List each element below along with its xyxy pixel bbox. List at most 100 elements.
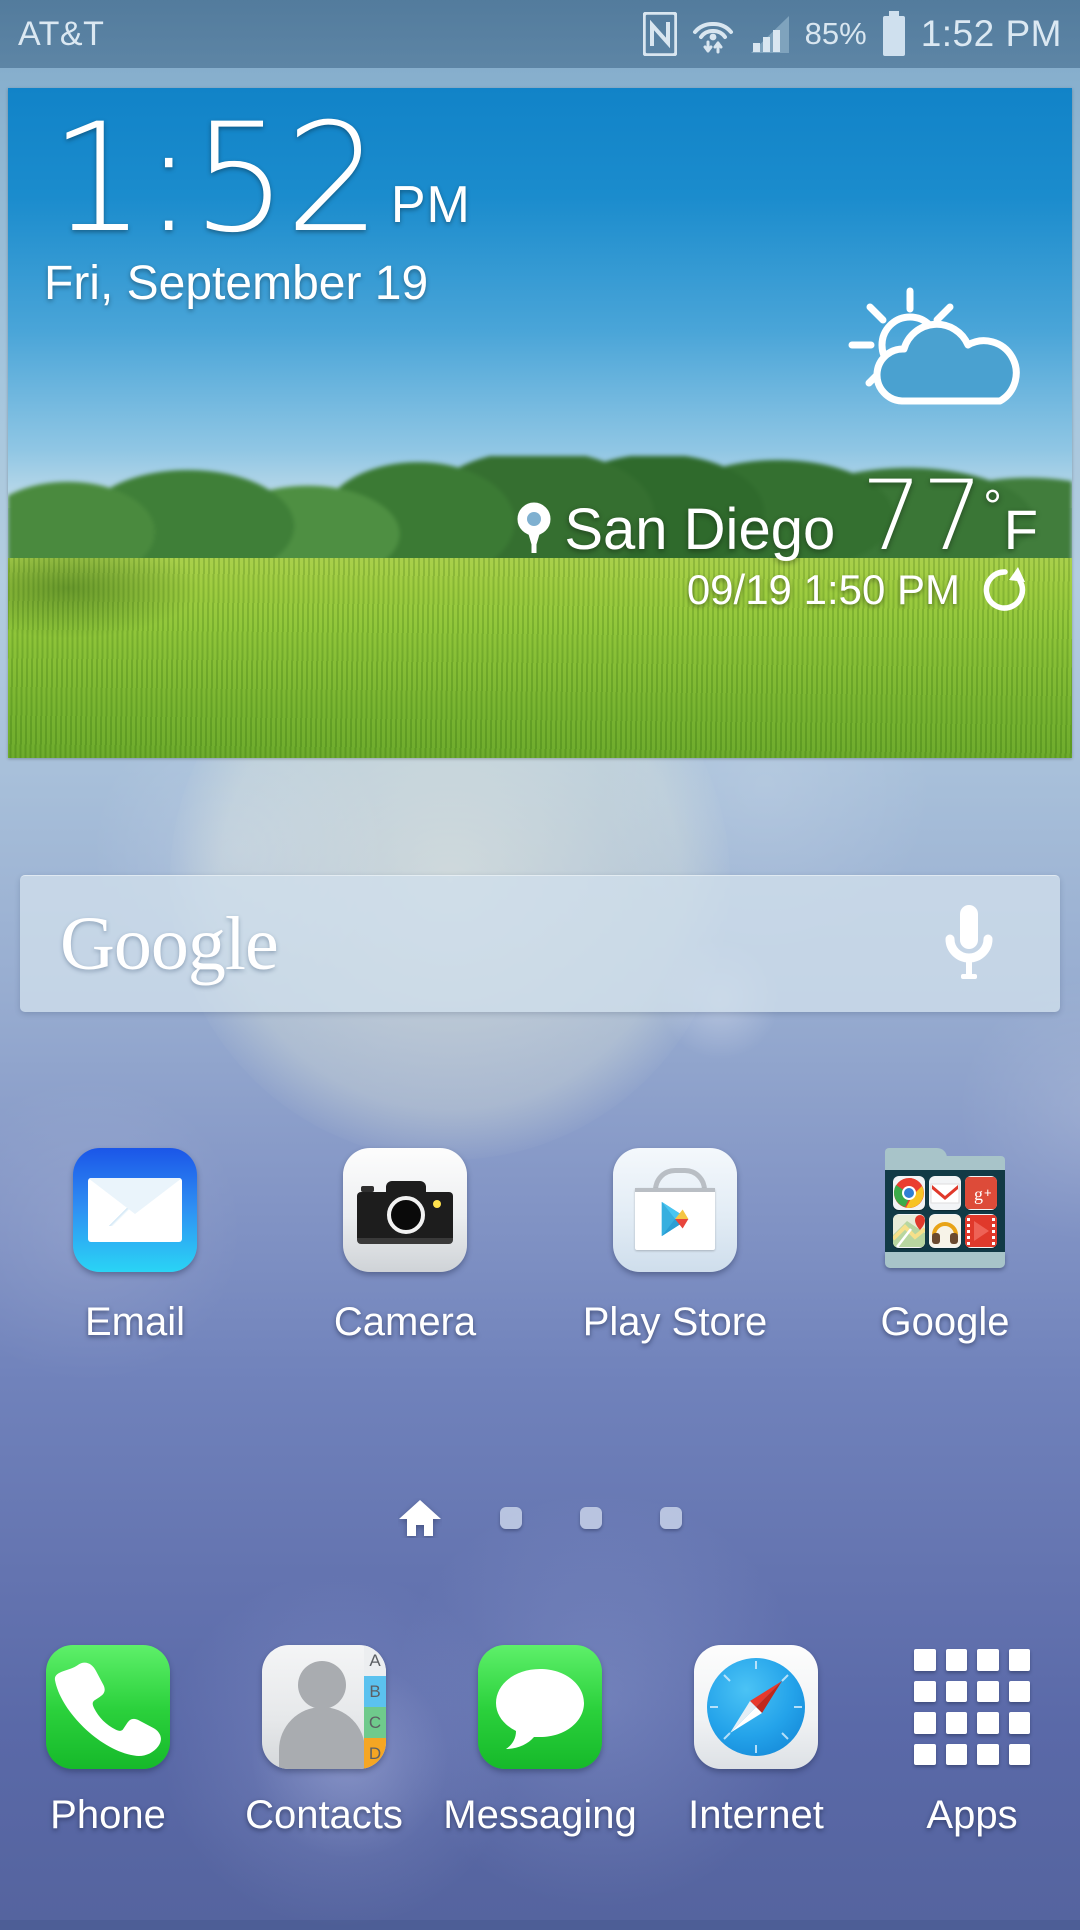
camera-lens [387, 1196, 425, 1234]
widget-degree-symbol: ° [983, 480, 1002, 532]
play-triangle-icon [661, 1201, 689, 1237]
apps-grid-cell [945, 1649, 967, 1671]
message-bubble-icon[interactable] [478, 1645, 602, 1769]
play-store-icon[interactable] [613, 1148, 737, 1272]
dock-apps[interactable]: Apps [864, 1645, 1080, 1838]
google-logo: Google [60, 901, 279, 986]
nfc-icon [642, 12, 677, 56]
mini-chrome-icon [893, 1176, 925, 1210]
apps-grid-cell [1008, 1712, 1030, 1734]
widget-ampm: PM [390, 175, 471, 234]
app-play-store[interactable]: Play Store [540, 1148, 810, 1345]
apps-grid-cell [977, 1743, 999, 1765]
camera-icon-box[interactable] [343, 1148, 467, 1272]
page-dot-2[interactable] [500, 1507, 522, 1529]
envelope-shape [88, 1178, 182, 1242]
widget-clock[interactable]: 1:52 PM [50, 92, 471, 266]
folder-app-previews: g + [893, 1176, 997, 1248]
play-store-icon-box[interactable] [613, 1148, 737, 1272]
app-label-google: Google [880, 1300, 1010, 1344]
status-bar[interactable]: AT&T 85% 1:52 PM [0, 0, 1080, 68]
apps-grid-cell [1008, 1743, 1030, 1765]
svg-text:+: + [984, 1185, 992, 1200]
carrier-label: AT&T [18, 14, 105, 53]
wifi-icon [692, 22, 733, 54]
signal-icon [750, 16, 789, 53]
location-pin-icon [517, 502, 551, 553]
envelope-flap-right [135, 1178, 182, 1214]
mini-maps-icon [893, 1214, 925, 1248]
page-dot-3[interactable] [580, 1507, 602, 1529]
apps-grid-cell [1008, 1649, 1030, 1671]
widget-updated-row[interactable]: 09/19 1:50 PM [687, 563, 1032, 617]
mini-play-music-icon [929, 1214, 961, 1248]
contact-avatar-body [279, 1707, 365, 1769]
dock-contacts[interactable]: A B C D Contacts [216, 1645, 432, 1838]
dock-label-phone: Phone [50, 1793, 166, 1837]
app-camera[interactable]: Camera [270, 1148, 540, 1345]
dock: Phone A B C D Contacts Messaging Interne… [0, 1645, 1080, 1838]
contacts-icon[interactable]: A B C D [262, 1645, 386, 1769]
dock-label-apps: Apps [926, 1793, 1018, 1837]
dock-messaging[interactable]: Messaging [432, 1645, 648, 1838]
refresh-icon[interactable] [978, 563, 1032, 617]
compass-icon[interactable] [694, 1645, 818, 1769]
contacts-tab-b: B [364, 1676, 386, 1707]
microphone-icon[interactable] [938, 901, 1000, 987]
widget-time: 1:52 [50, 92, 381, 266]
contacts-tab-d: D [364, 1738, 386, 1769]
apps-grid-cell [945, 1680, 967, 1702]
mini-play-movies-icon [965, 1214, 997, 1248]
widget-grass-shadow [8, 558, 308, 668]
mini-gmail-icon [929, 1176, 961, 1210]
widget-temperature: 77 [861, 460, 984, 572]
weather-clock-widget[interactable]: 1:52 PM Fri, September 19 San Diego 77 °… [8, 88, 1072, 758]
partly-cloudy-icon [848, 287, 1020, 405]
apps-grid-cell [914, 1712, 936, 1734]
page-indicator [0, 1498, 1080, 1538]
home-icon[interactable] [398, 1498, 442, 1538]
dock-phone[interactable]: Phone [0, 1645, 216, 1838]
apps-grid-cell [977, 1680, 999, 1702]
google-folder-icon[interactable]: g + [883, 1148, 1007, 1272]
app-label-email: Email [84, 1300, 186, 1344]
dock-internet[interactable]: Internet [648, 1645, 864, 1838]
email-icon-box[interactable] [73, 1148, 197, 1272]
app-label-play-store: Play Store [582, 1300, 768, 1344]
apps-grid-cell [914, 1649, 936, 1671]
mini-google-plus-icon: g + [965, 1176, 997, 1210]
apps-grid-cell [914, 1680, 936, 1702]
apps-grid-cell [945, 1712, 967, 1734]
battery-icon [882, 11, 905, 56]
camera-base [357, 1238, 453, 1244]
email-icon[interactable] [73, 1148, 197, 1272]
phone-icon[interactable] [46, 1645, 170, 1769]
widget-date: Fri, September 19 [44, 257, 429, 310]
widget-location-temp: San Diego 77 ° F [398, 460, 1038, 572]
bag-top-edge [635, 1188, 715, 1192]
apps-grid-cell [914, 1743, 936, 1765]
contacts-alpha-tabs: A B C D [364, 1645, 386, 1769]
contacts-tab-a: A [364, 1645, 386, 1676]
envelope-flap-left [88, 1178, 135, 1214]
app-email[interactable]: Email [0, 1148, 270, 1345]
dock-label-messaging: Messaging [443, 1793, 637, 1837]
contacts-tab-c: C [364, 1707, 386, 1738]
google-folder-icon-box[interactable]: g + [883, 1148, 1007, 1272]
apps-grid-cell [1008, 1680, 1030, 1702]
camera-icon[interactable] [343, 1148, 467, 1272]
apps-grid-cell [977, 1649, 999, 1671]
svg-text:g: g [974, 1184, 983, 1204]
app-grid: Email Camera Play Store g + Google [0, 1148, 1080, 1345]
widget-city: San Diego [564, 497, 836, 562]
widget-updated-time: 09/19 1:50 PM [686, 566, 960, 613]
page-dot-4[interactable] [660, 1507, 682, 1529]
widget-unit: F [1003, 498, 1038, 561]
folder-footer [885, 1252, 1005, 1268]
battery-percent: 85% [804, 16, 867, 51]
dock-label-internet: Internet [688, 1793, 824, 1837]
dock-label-contacts: Contacts [245, 1793, 403, 1837]
apps-grid-icon[interactable] [910, 1645, 1034, 1769]
app-google-folder[interactable]: g + Google [810, 1148, 1080, 1345]
google-search-bar[interactable]: Google [20, 875, 1060, 1012]
